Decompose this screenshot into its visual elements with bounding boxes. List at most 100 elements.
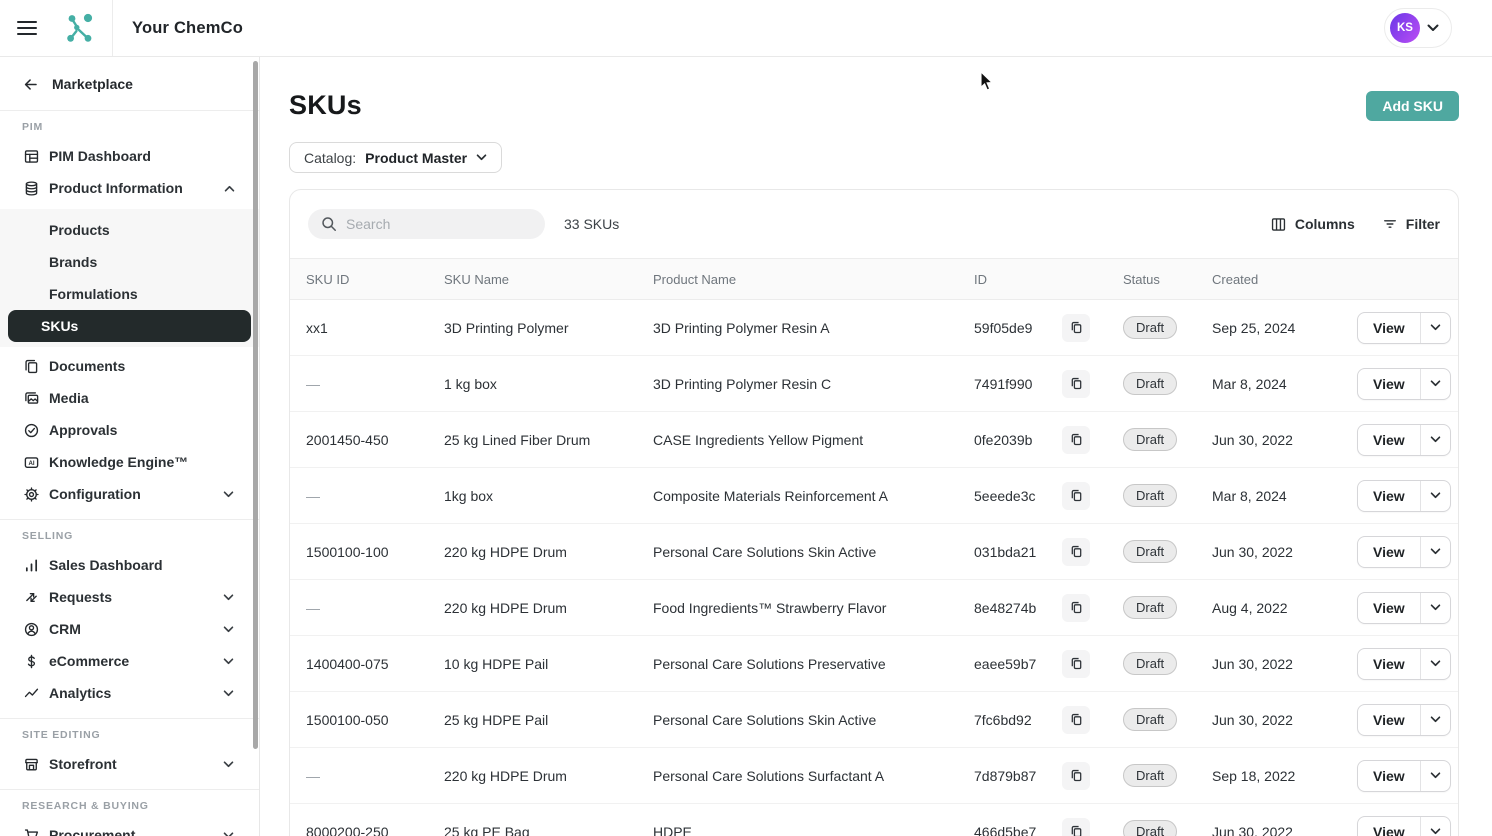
column-header[interactable]: Created <box>1212 272 1357 287</box>
sidebar-item-sales-dashboard[interactable]: Sales Dashboard <box>0 549 259 581</box>
cell-product-name: CASE Ingredients Yellow Pigment <box>653 431 864 448</box>
table-row[interactable]: 8000200-250 25 kg PE Bag HDPE 466d5be7 Draft… <box>290 804 1458 836</box>
sidebar-item-pim-dashboard[interactable]: PIM Dashboard <box>0 140 259 172</box>
catalog-select[interactable]: Catalog: Product Master <box>289 142 503 173</box>
copy-id-button[interactable] <box>1062 649 1090 678</box>
cell-created: Sep 18, 2022 <box>1212 767 1296 784</box>
sidebar-item-media[interactable]: Media <box>0 382 259 414</box>
sidebar-item-products[interactable]: Products <box>8 214 251 246</box>
sidebar-item-brands[interactable]: Brands <box>8 246 251 278</box>
copy-id-button[interactable] <box>1062 817 1090 836</box>
column-header[interactable]: ID <box>974 272 1062 287</box>
cell-sku-name: 220 kg HDPE Drum <box>444 599 567 616</box>
view-button[interactable]: View <box>1358 537 1420 567</box>
table-row[interactable]: 1500100-050 25 kg HDPE Pail Personal Care … <box>290 692 1458 748</box>
cell-id: 59f05de9 <box>974 319 1033 336</box>
copy-id-button[interactable] <box>1062 705 1090 734</box>
status-badge: Draft <box>1123 372 1178 395</box>
view-dropdown-button[interactable] <box>1419 424 1450 455</box>
cell-product-name: Personal Care Solutions Skin Active <box>653 711 877 728</box>
cell-sku-id: — <box>306 599 320 616</box>
copy-id-button[interactable] <box>1062 481 1090 510</box>
sidebar-item-crm[interactable]: CRM <box>0 613 259 645</box>
sidebar-item-skus[interactable]: SKUs <box>8 310 251 342</box>
copy-id-button[interactable] <box>1062 593 1090 622</box>
row-actions: View <box>1357 367 1451 400</box>
cell-id: 031bda21 <box>974 543 1037 560</box>
sidebar-item-label: CRM <box>49 621 81 637</box>
view-button[interactable]: View <box>1358 761 1420 791</box>
view-button[interactable]: View <box>1358 425 1420 455</box>
sidebar-item-configuration[interactable]: Configuration <box>0 478 259 510</box>
table-row[interactable]: xx1 3D Printing Polymer 3D Printing Polyme… <box>290 300 1458 356</box>
view-dropdown-button[interactable] <box>1419 760 1450 791</box>
copy-id-button[interactable] <box>1062 313 1090 342</box>
view-dropdown-button[interactable] <box>1419 480 1450 511</box>
columns-button[interactable]: Columns <box>1270 216 1355 233</box>
copy-id-button[interactable] <box>1062 425 1090 454</box>
cell-created: Jun 30, 2022 <box>1212 543 1293 560</box>
sidebar-item-product-information[interactable]: Product Information <box>0 172 259 204</box>
sidebar-item-requests[interactable]: Requests <box>0 581 259 613</box>
storefront-icon <box>22 755 40 773</box>
view-button[interactable]: View <box>1358 649 1420 679</box>
status-badge: Draft <box>1123 764 1178 787</box>
view-button[interactable]: View <box>1358 313 1420 343</box>
view-dropdown-button[interactable] <box>1419 592 1450 623</box>
view-button[interactable]: View <box>1358 705 1420 735</box>
chevron-down-icon <box>1430 772 1441 779</box>
copy-id-button[interactable] <box>1062 369 1090 398</box>
user-menu[interactable]: KS <box>1384 8 1452 48</box>
add-sku-button[interactable]: Add SKU <box>1366 90 1459 121</box>
sidebar-scrollbar[interactable] <box>253 61 258 749</box>
sku-table-card: 33 SKUs Columns Filter <box>289 189 1459 836</box>
view-dropdown-button[interactable] <box>1419 368 1450 399</box>
table-row[interactable]: — 220 kg HDPE Drum Personal Care Solutions… <box>290 748 1458 804</box>
svg-text:AI: AI <box>28 460 34 467</box>
chevron-down-icon <box>1430 548 1441 555</box>
sidebar-back-marketplace[interactable]: Marketplace <box>0 67 259 101</box>
table-row[interactable]: 1500100-100 220 kg HDPE Drum Personal Care… <box>290 524 1458 580</box>
sidebar-item-documents[interactable]: Documents <box>0 350 259 382</box>
table-row[interactable]: — 1kg box Composite Materials Reinforcemen… <box>290 468 1458 524</box>
cell-sku-name: 1kg box <box>444 487 494 504</box>
view-dropdown-button[interactable] <box>1419 816 1450 836</box>
table-toolbar: 33 SKUs Columns Filter <box>290 190 1458 258</box>
view-button[interactable]: View <box>1358 817 1420 836</box>
cell-sku-id: 1500100-100 <box>306 543 389 560</box>
sidebar-item-ecommerce[interactable]: eCommerce <box>0 645 259 677</box>
view-dropdown-button[interactable] <box>1419 312 1450 343</box>
sidebar-item-procurement[interactable]: Procurement <box>0 819 259 836</box>
sidebar-group-label: RESEARCH & BUYING <box>22 800 149 812</box>
chevron-down-icon <box>223 657 235 665</box>
sidebar-divider <box>0 519 259 520</box>
copy-id-button[interactable] <box>1062 537 1090 566</box>
sidebar-item-formulations[interactable]: Formulations <box>8 278 251 310</box>
view-dropdown-button[interactable] <box>1419 704 1450 735</box>
brand-logo-icon[interactable] <box>62 11 96 45</box>
sidebar-item-storefront[interactable]: Storefront <box>0 748 259 780</box>
view-button[interactable]: View <box>1358 369 1420 399</box>
table-row[interactable]: — 220 kg HDPE Drum Food Ingredients™ Straw… <box>290 580 1458 636</box>
view-button[interactable]: View <box>1358 481 1420 511</box>
column-header[interactable]: SKU Name <box>444 272 653 287</box>
hamburger-menu-icon[interactable] <box>17 16 41 40</box>
column-header[interactable]: SKU ID <box>306 272 444 287</box>
sidebar-item-approvals[interactable]: Approvals <box>0 414 259 446</box>
copy-id-button[interactable] <box>1062 761 1090 790</box>
avatar[interactable]: KS <box>1390 13 1420 43</box>
view-dropdown-button[interactable] <box>1419 648 1450 679</box>
table-row[interactable]: 1400400-075 10 kg HDPE Pail Personal Care … <box>290 636 1458 692</box>
search-input[interactable] <box>308 209 545 239</box>
sidebar-item-analytics[interactable]: Analytics <box>0 677 259 709</box>
table-row[interactable]: 2001450-450 25 kg Lined Fiber Drum CASE In… <box>290 412 1458 468</box>
table-row[interactable]: — 1 kg box 3D Printing Polymer Resin C 7491… <box>290 356 1458 412</box>
view-button[interactable]: View <box>1358 593 1420 623</box>
filter-button[interactable]: Filter <box>1382 216 1440 232</box>
column-header[interactable]: Status <box>1123 272 1212 287</box>
sidebar-divider <box>0 718 259 719</box>
column-header[interactable]: Product Name <box>653 272 974 287</box>
sidebar-item-knowledge-engine-[interactable]: AI Knowledge Engine™ <box>0 446 259 478</box>
row-actions: View <box>1357 647 1451 680</box>
view-dropdown-button[interactable] <box>1419 536 1450 567</box>
